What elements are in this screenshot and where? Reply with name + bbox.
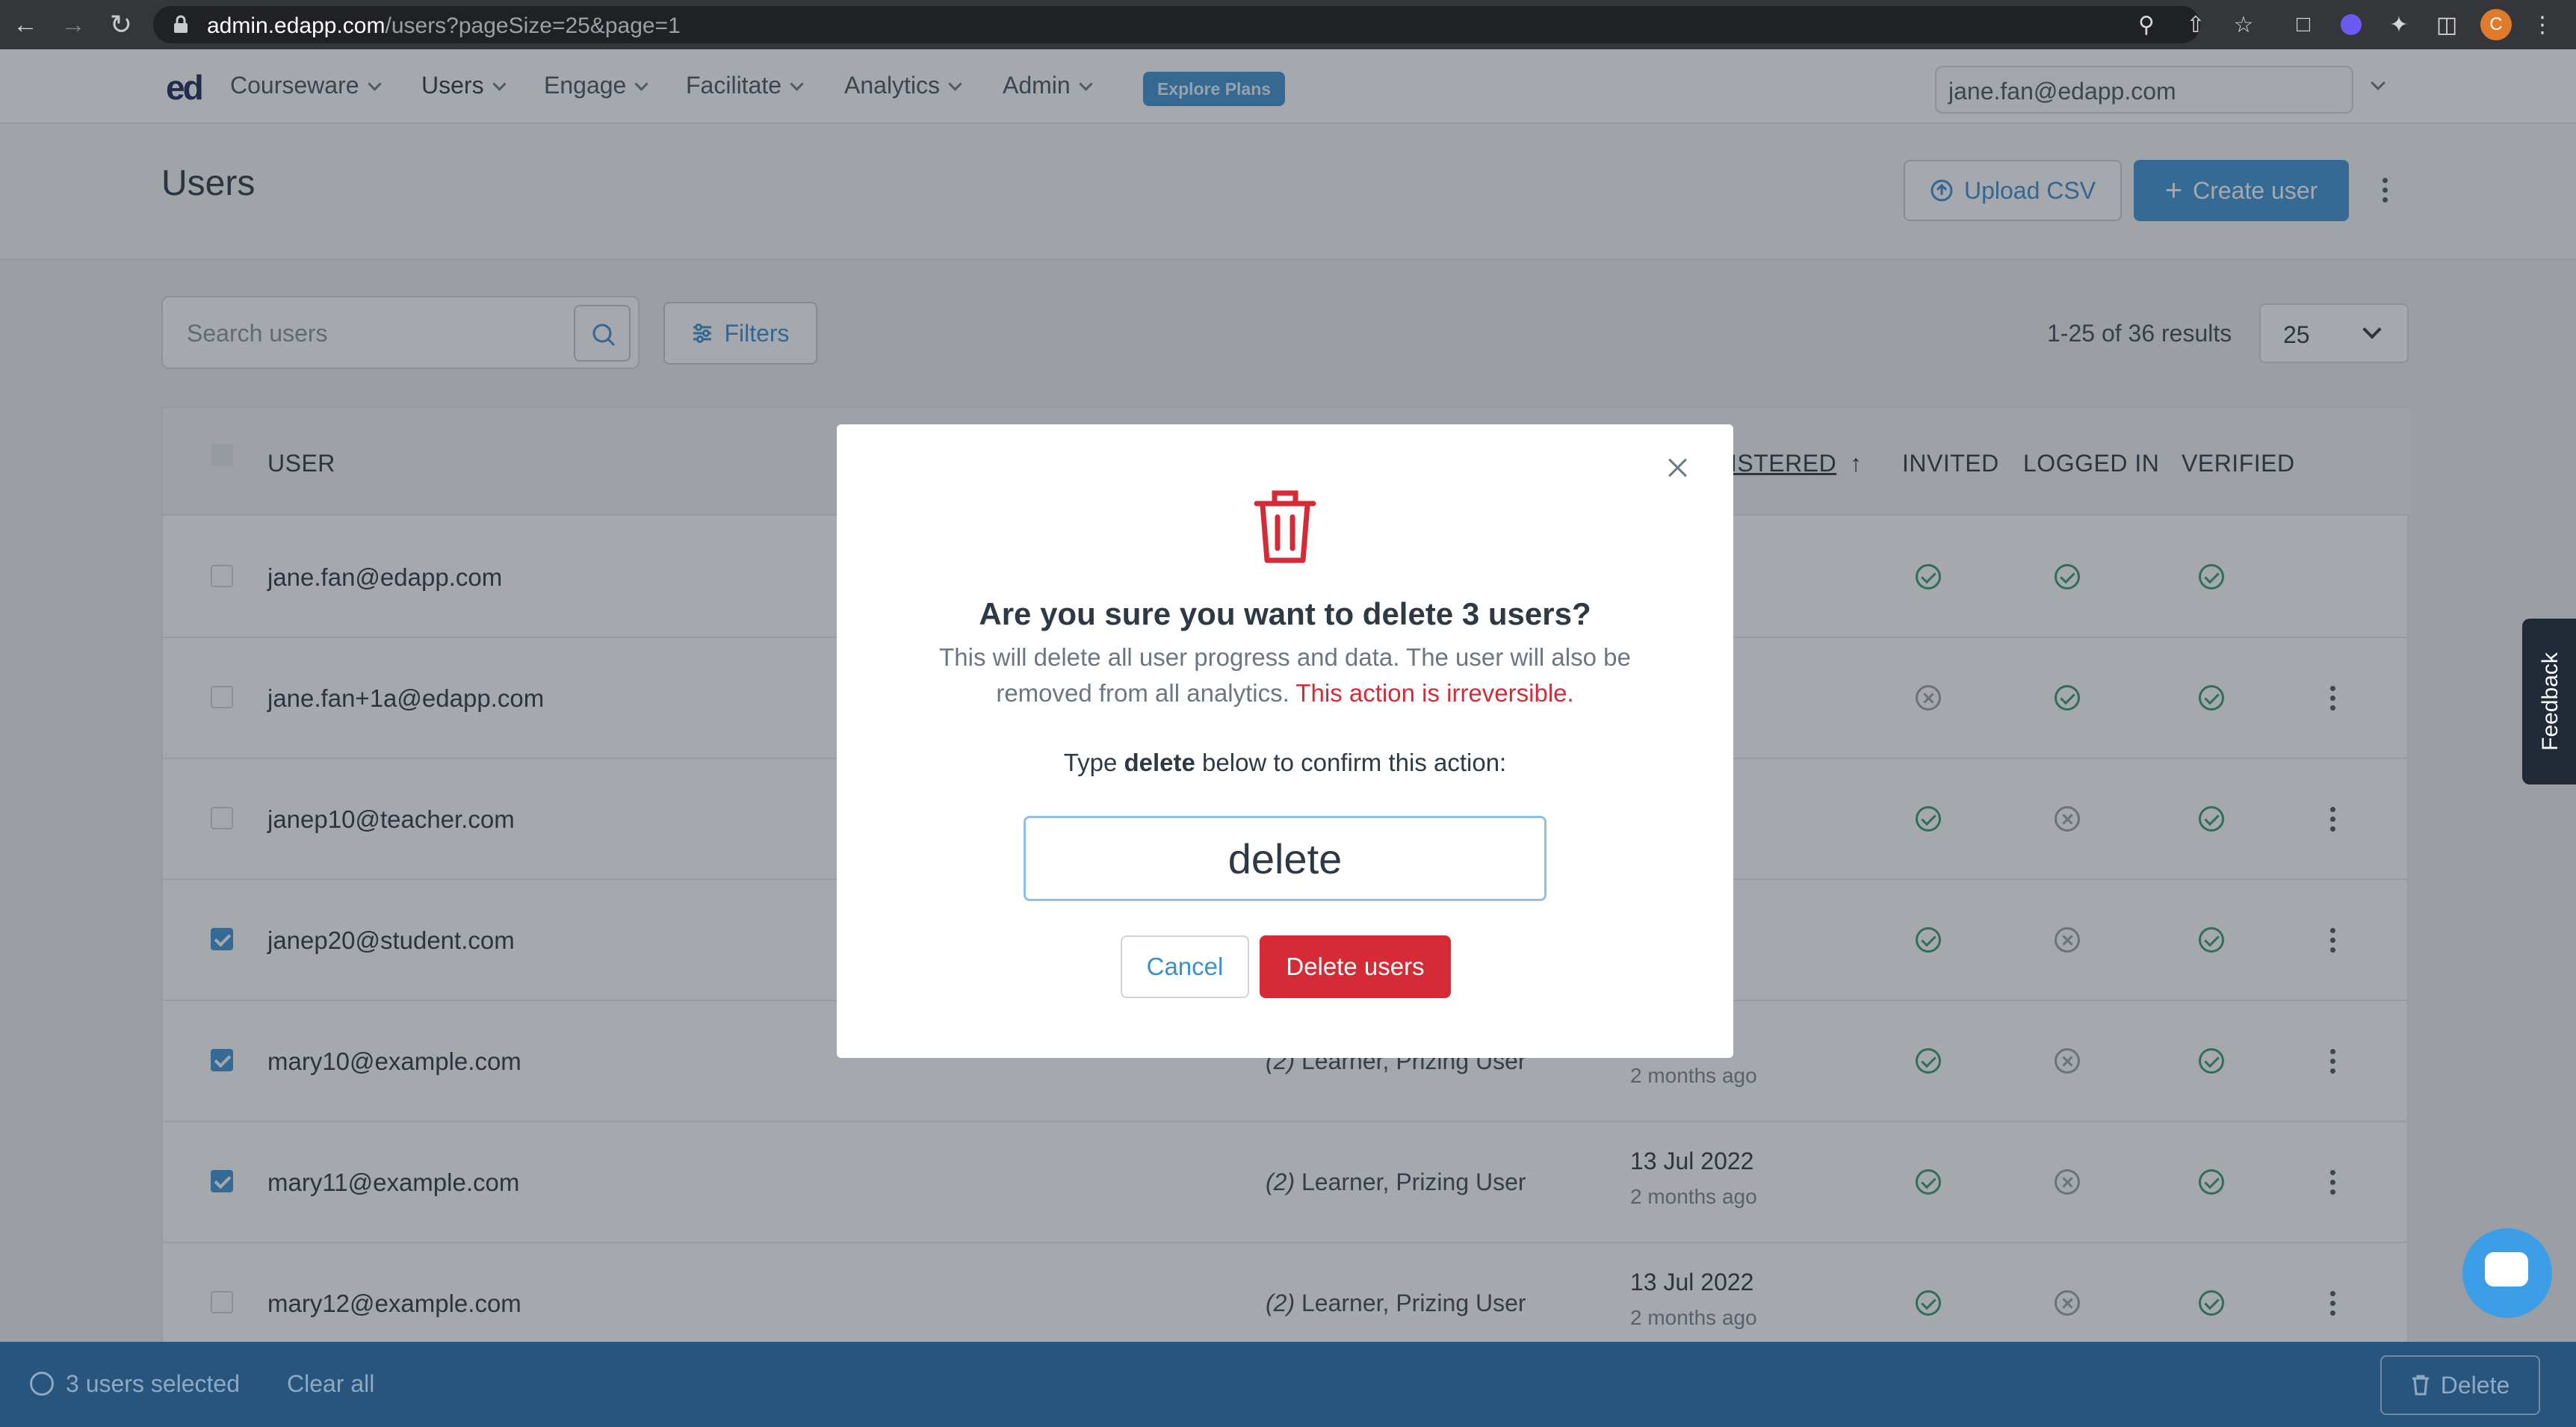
dialog-body-line1: This will delete all user progress and d… (939, 643, 1631, 671)
bulk-delete-label: Delete (2440, 1371, 2510, 1399)
reload-icon[interactable]: ↻ (99, 0, 143, 49)
dialog-warning: This action is irreversible. (1295, 679, 1574, 707)
url-host: admin.edapp.com (207, 13, 386, 38)
profile-avatar[interactable]: C (2480, 9, 2512, 40)
selected-count: 3 users selected (66, 1370, 241, 1397)
back-icon[interactable]: ← (3, 0, 48, 49)
confirm-instruction: Type delete below to confirm this action… (837, 749, 1733, 777)
feedback-tab[interactable]: Feedback (2522, 619, 2576, 784)
address-bar[interactable]: admin.edapp.com/users?pageSize=25&page=1 (153, 6, 2200, 43)
forward-icon[interactable]: → (51, 0, 96, 49)
bulk-delete-button[interactable]: Delete (2380, 1355, 2540, 1415)
chat-icon (2485, 1252, 2528, 1287)
delete-users-dialog: Are you sure you want to delete 3 users?… (837, 424, 1733, 1058)
extension-icon[interactable] (2337, 10, 2365, 39)
browser-toolbar: ← → ↻ admin.edapp.com/users?pageSize=25&… (0, 0, 2576, 49)
url-text: admin.edapp.com/users?pageSize=25&page=1 (207, 13, 681, 39)
share-icon[interactable]: ⇧ (2182, 10, 2210, 39)
dialog-title: Are you sure you want to delete 3 users? (979, 596, 1591, 631)
check-circle-icon (30, 1372, 54, 1396)
delete-users-button[interactable]: Delete users (1260, 935, 1451, 998)
browser-menu-icon[interactable]: ⋮ (2528, 10, 2557, 39)
cancel-button[interactable]: Cancel (1121, 935, 1249, 998)
trash-icon (1254, 490, 1316, 563)
confirm-suffix: below to confirm this action: (1202, 749, 1507, 776)
url-path: /users?pageSize=25&page=1 (385, 13, 681, 38)
selection-bar: 3 users selected Clear all Delete (0, 1342, 2576, 1427)
confirm-input[interactable]: delete (1024, 816, 1546, 901)
trash-icon (2412, 1375, 2429, 1396)
screenshot-icon[interactable]: □ (2289, 10, 2318, 39)
close-icon[interactable] (1665, 454, 1691, 481)
sidepanel-icon[interactable]: ◫ (2433, 10, 2461, 39)
lock-icon (171, 15, 191, 34)
feedback-label: Feedback (2538, 652, 2563, 751)
confirm-word: delete (1124, 749, 1195, 776)
dialog-description: This will delete all user progress and d… (911, 640, 1659, 711)
star-icon[interactable]: ☆ (2229, 10, 2258, 39)
dialog-body-line2: removed from all analytics. (996, 679, 1289, 707)
puzzle-icon[interactable]: ✦ (2385, 10, 2413, 39)
clear-all-link[interactable]: Clear all (287, 1370, 374, 1398)
key-icon[interactable]: ⚲ (2132, 10, 2161, 39)
chat-button[interactable] (2462, 1228, 2552, 1318)
confirm-prefix: Type (1063, 749, 1118, 776)
